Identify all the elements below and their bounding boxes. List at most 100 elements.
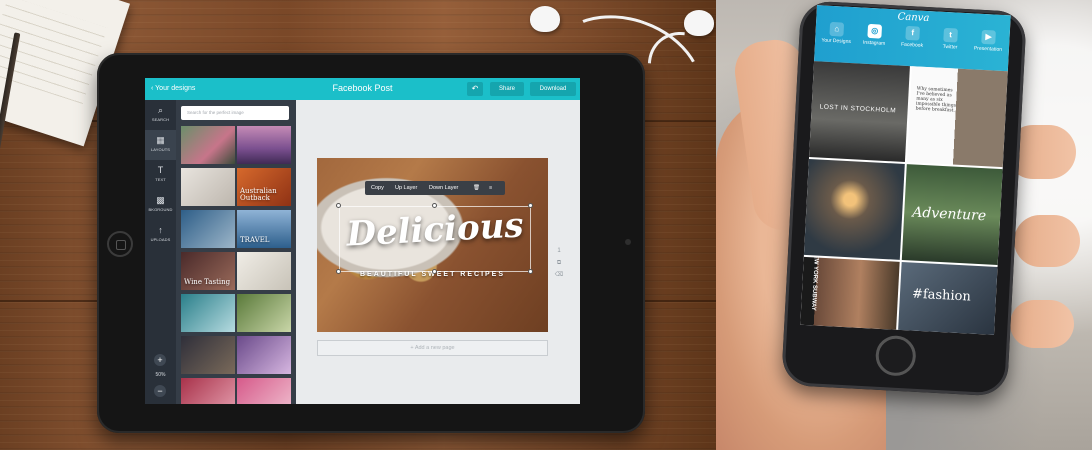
phone-tab-instagram[interactable]: ◎ Instagram xyxy=(855,23,894,47)
resize-handle[interactable] xyxy=(336,203,341,208)
template-tile[interactable]: Why sometimes I've believed as many as s… xyxy=(906,66,1008,168)
sidebar-item-background[interactable]: ▩ BKGROUND xyxy=(145,190,176,220)
phone-screen: Canva ⌂ Your Designs ◎ Instagram f Faceb… xyxy=(800,5,1011,335)
layout-thumbnail[interactable]: Australian Outback xyxy=(237,168,291,206)
your-designs-link[interactable]: ‹ Your designs xyxy=(151,85,195,92)
phone-device: Canva ⌂ Your Designs ◎ Instagram f Faceb… xyxy=(781,0,1027,397)
resize-handle[interactable] xyxy=(432,269,437,274)
copy-page-icon[interactable]: ⧉ xyxy=(554,257,564,269)
template-tile[interactable] xyxy=(803,158,905,260)
layout-thumbnail[interactable] xyxy=(237,126,291,164)
phone-tab-label: Twitter xyxy=(942,43,958,51)
tablet-screen: ‹ Your designs Facebook Post ↶ Share Dow… xyxy=(145,78,580,404)
tile-text: Adventure xyxy=(911,204,987,225)
phone-home-button[interactable] xyxy=(874,334,917,377)
add-page-button[interactable]: + Add a new page xyxy=(317,340,548,356)
thumbnail-text: Australian Outback xyxy=(240,187,277,202)
undo-icon[interactable]: ↶ xyxy=(467,82,483,96)
sidebar-item-label: UPLOADS xyxy=(150,237,171,242)
sidebar-item-label: SEARCH xyxy=(151,117,170,122)
template-tile[interactable]: LOST IN STOCKHOLM xyxy=(809,61,910,162)
tile-text: #fashion xyxy=(911,286,972,305)
share-button[interactable]: Share xyxy=(490,82,524,96)
download-button[interactable]: Download xyxy=(530,82,576,96)
instagram-icon: ◎ xyxy=(867,23,883,39)
element-context-menu: Copy Up Layer Down Layer 🗑 ≡ xyxy=(365,181,505,195)
layout-thumbnail[interactable] xyxy=(237,378,291,404)
design-canvas[interactable]: Delicious BEAUTIFUL SWEET RECIPES Copy U… xyxy=(317,158,548,332)
sidebar-item-uploads[interactable]: ↑ UPLOADS xyxy=(145,220,176,250)
editor-canvas-area: Delicious BEAUTIFUL SWEET RECIPES Copy U… xyxy=(296,100,580,404)
tile-text: Why sometimes I've believed as many as s… xyxy=(915,86,957,114)
sidebar-item-label: BKGROUND xyxy=(148,207,173,212)
tablet-camera xyxy=(625,239,631,245)
tile-text: LOST IN STOCKHOLM xyxy=(819,103,897,115)
zoom-in-button[interactable]: + xyxy=(154,354,166,366)
tablet-home-button[interactable] xyxy=(107,231,133,257)
resize-handle[interactable] xyxy=(336,269,341,274)
phone-tab-label: Your Designs xyxy=(821,37,852,46)
layout-thumbnail[interactable]: Wine Tasting xyxy=(181,252,235,290)
layout-thumbnail[interactable] xyxy=(237,252,291,290)
sidebar-item-text[interactable]: T TEXT xyxy=(145,160,176,190)
align-icon[interactable]: ≡ xyxy=(489,181,492,195)
phone-tab-label: Presentation xyxy=(973,45,1003,53)
zoom-out-button[interactable]: − xyxy=(154,385,166,397)
phone-tab-your-designs[interactable]: ⌂ Your Designs xyxy=(817,21,856,45)
phone-tab-label: Facebook xyxy=(900,41,924,49)
layout-thumbnail[interactable] xyxy=(181,294,235,332)
facebook-icon: f xyxy=(905,25,921,41)
resize-handle[interactable] xyxy=(432,203,437,208)
down-layer-button[interactable]: Down Layer xyxy=(429,181,458,195)
phone-tab-label: Instagram xyxy=(862,39,886,47)
phone-app-header: Canva ⌂ Your Designs ◎ Instagram f Faceb… xyxy=(814,5,1011,72)
resize-handle[interactable] xyxy=(528,269,533,274)
upload-icon: ↑ xyxy=(158,225,163,235)
tile-text: NEW YORK SUBWAY xyxy=(810,256,820,311)
layout-thumbnail[interactable]: TRAVEL xyxy=(237,210,291,248)
tablet-device: ‹ Your designs Facebook Post ↶ Share Dow… xyxy=(97,53,645,433)
tool-sidebar: ⌕ SEARCH ▦ LAYOUTS T TEXT ▩ BKGROUND ↑ U… xyxy=(145,100,176,404)
phone-tab-twitter[interactable]: t Twitter xyxy=(931,27,970,51)
background-icon: ▩ xyxy=(156,195,165,205)
sidebar-item-label: LAYOUTS xyxy=(150,147,171,152)
layouts-panel: Search for the perfect image Australian … xyxy=(176,100,296,404)
template-tile[interactable]: #fashion xyxy=(898,261,998,335)
phone-tab-facebook[interactable]: f Facebook xyxy=(893,25,932,49)
page-tools: 1 ⧉ ⌫ xyxy=(554,245,564,281)
finger xyxy=(1010,300,1074,348)
thumbnail-text: Wine Tasting xyxy=(184,278,231,286)
up-layer-button[interactable]: Up Layer xyxy=(395,181,417,195)
search-icon: ⌕ xyxy=(157,105,164,115)
home-icon: ⌂ xyxy=(829,21,845,37)
earbud-left xyxy=(530,6,560,32)
desk-photo: ‹ Your designs Facebook Post ↶ Share Dow… xyxy=(0,0,716,450)
template-tile[interactable]: NEW YORK SUBWAY xyxy=(800,256,900,330)
sidebar-item-search[interactable]: ⌕ SEARCH xyxy=(145,100,176,130)
sidebar-item-layouts[interactable]: ▦ LAYOUTS xyxy=(145,130,176,160)
phone-tab-presentation[interactable]: ▶ Presentation xyxy=(969,29,1008,53)
layout-thumbnail[interactable] xyxy=(181,336,235,374)
template-tile[interactable]: Adventure xyxy=(901,164,1003,265)
twitter-icon: t xyxy=(943,27,958,43)
image-search-input[interactable]: Search for the perfect image xyxy=(181,106,289,120)
layout-thumbnail[interactable] xyxy=(237,294,291,332)
zoom-level: 50% xyxy=(155,372,166,378)
layout-thumbnail[interactable] xyxy=(181,210,235,248)
finger xyxy=(1014,215,1080,267)
selection-box[interactable] xyxy=(339,206,531,272)
layout-thumbnail[interactable] xyxy=(181,378,235,404)
text-icon: T xyxy=(157,165,164,175)
copy-button[interactable]: Copy xyxy=(371,181,384,195)
sidebar-item-label: TEXT xyxy=(155,177,166,182)
delete-page-icon[interactable]: ⌫ xyxy=(554,269,564,281)
thumbnail-text: TRAVEL xyxy=(240,236,270,244)
layout-thumbnail[interactable] xyxy=(237,336,291,374)
layout-thumbnail[interactable] xyxy=(181,168,235,206)
layouts-icon: ▦ xyxy=(156,135,165,145)
resize-handle[interactable] xyxy=(528,203,533,208)
editor-topbar: ‹ Your designs Facebook Post ↶ Share Dow… xyxy=(145,78,580,100)
presentation-icon: ▶ xyxy=(981,29,996,45)
layout-thumbnail[interactable] xyxy=(181,126,235,164)
trash-icon[interactable]: 🗑 xyxy=(473,181,480,195)
